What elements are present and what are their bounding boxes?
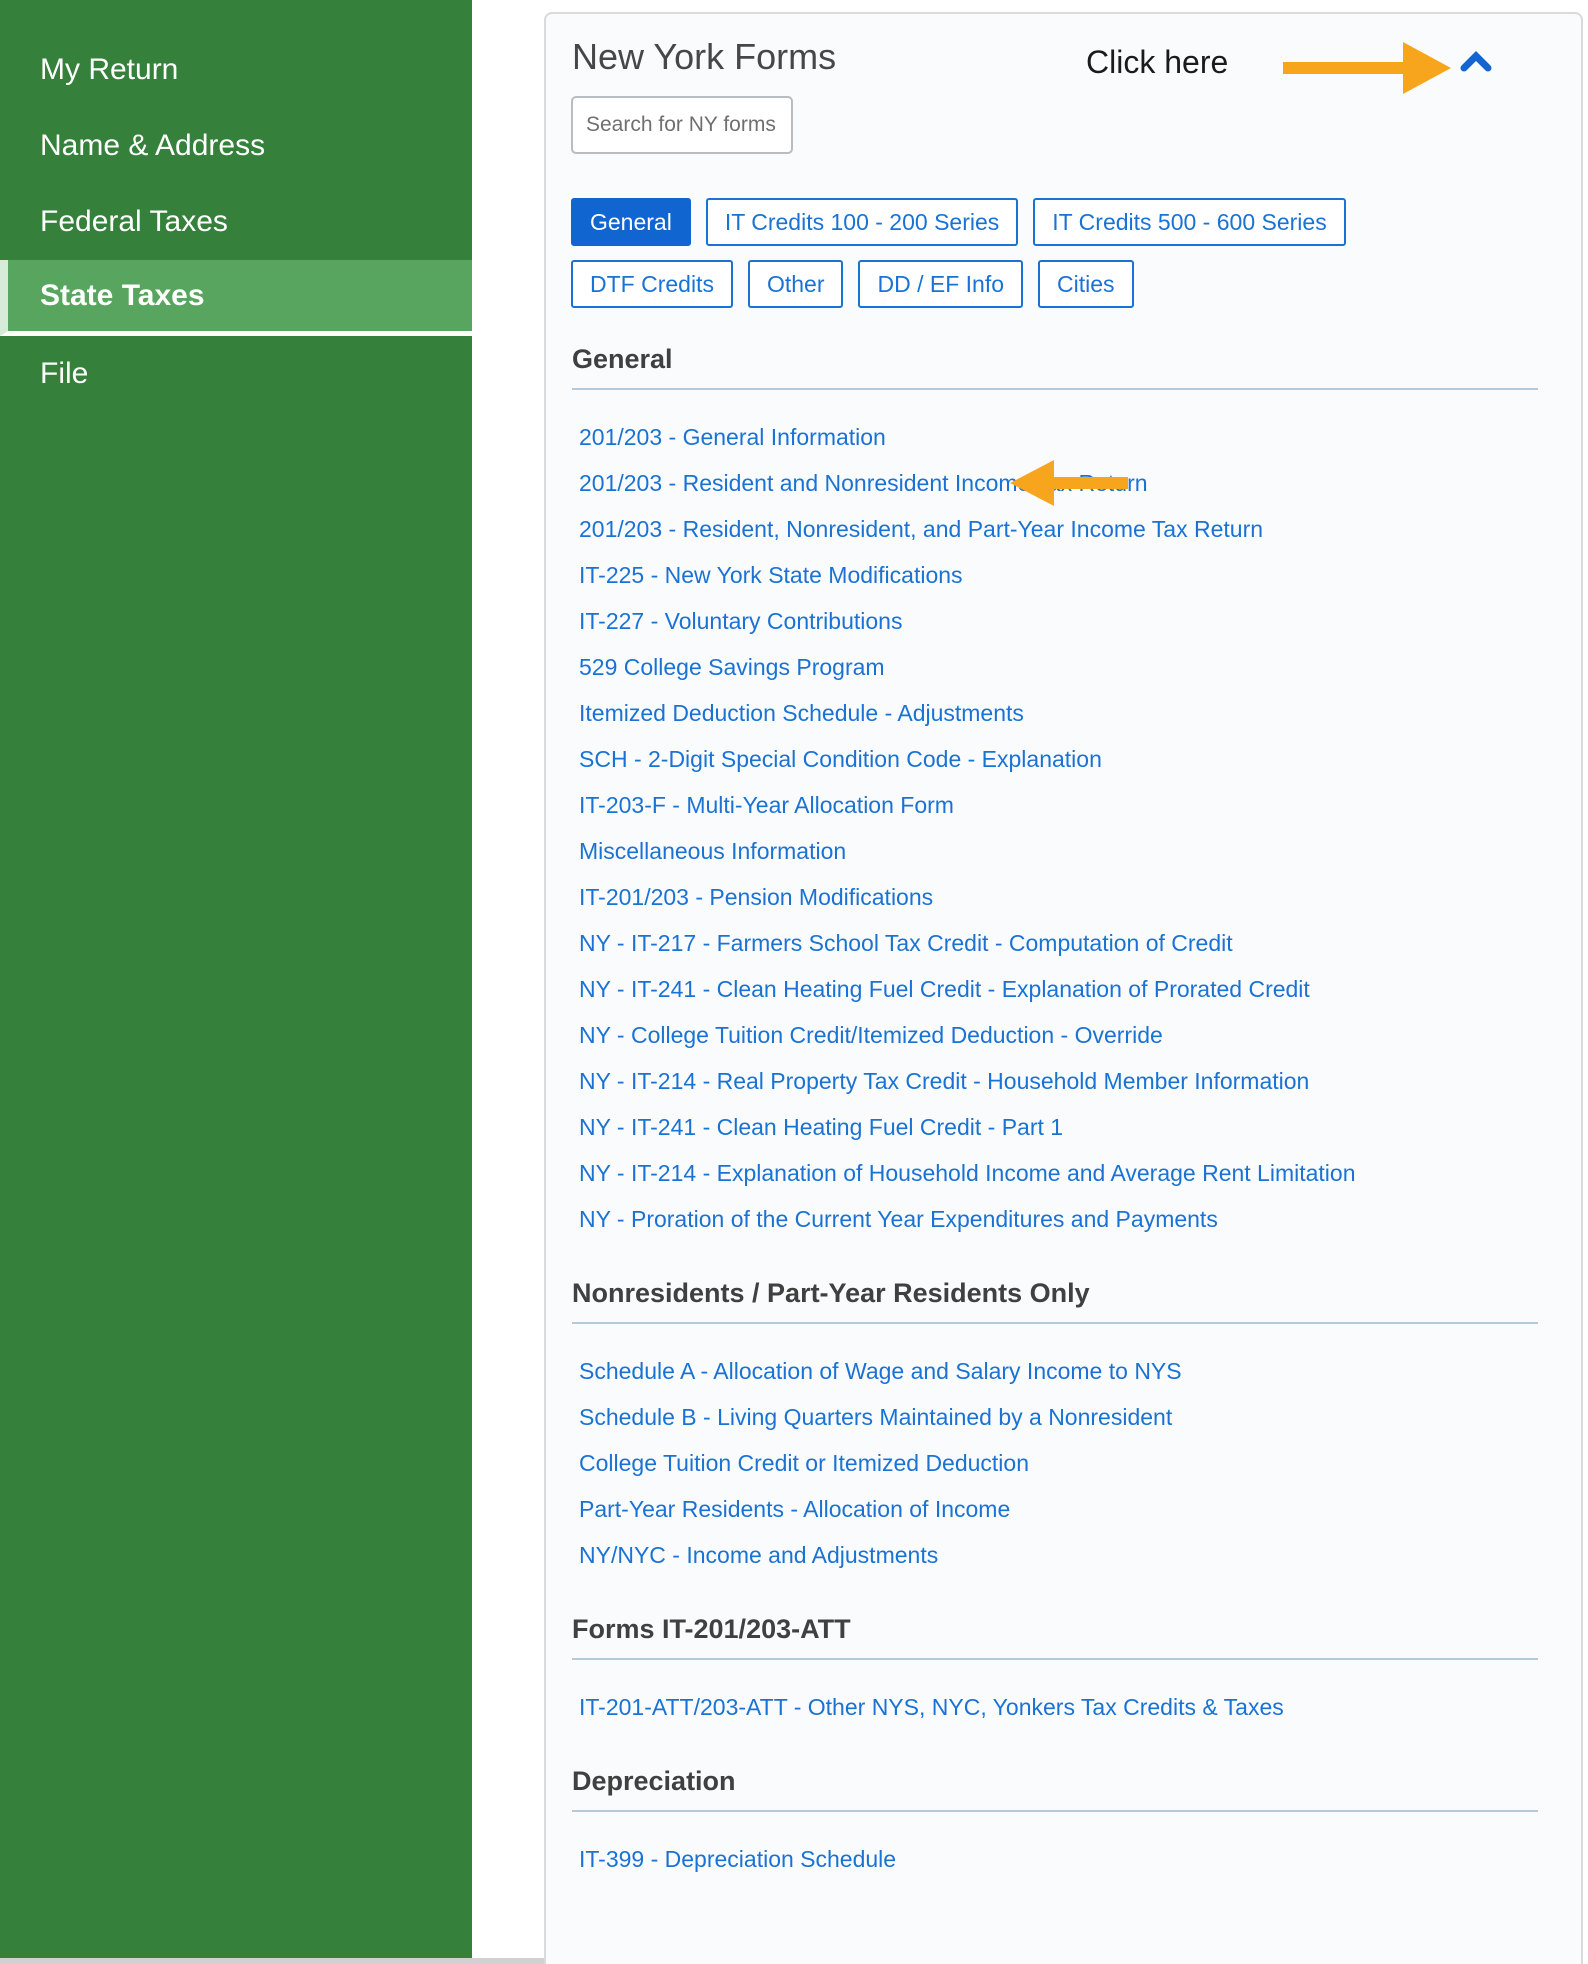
form-link[interactable]: NY - IT-214 - Explanation of Household I…: [579, 1150, 1538, 1196]
form-link[interactable]: NY - IT-241 - Clean Heating Fuel Credit …: [579, 1104, 1538, 1150]
page-title: New York Forms: [572, 36, 836, 78]
form-link[interactable]: College Tuition Credit or Itemized Deduc…: [579, 1440, 1538, 1486]
form-link[interactable]: NY - IT-214 - Real Property Tax Credit -…: [579, 1058, 1538, 1104]
filter-tab-it-credits-500-600[interactable]: IT Credits 500 - 600 Series: [1033, 198, 1345, 246]
form-link[interactable]: Itemized Deduction Schedule - Adjustment…: [579, 690, 1538, 736]
form-link[interactable]: NY - IT-241 - Clean Heating Fuel Credit …: [579, 966, 1538, 1012]
section-depreciation: Depreciation IT-399 - Depreciation Sched…: [572, 1766, 1538, 1882]
sidebar-item-label: Federal Taxes: [40, 205, 228, 239]
ny-forms-panel: New York Forms Click here General IT Cre…: [544, 12, 1583, 1964]
section-heading: Forms IT-201/203-ATT: [572, 1614, 1538, 1660]
filter-tab-dtf-credits[interactable]: DTF Credits: [571, 260, 733, 308]
form-link[interactable]: NY - Proration of the Current Year Expen…: [579, 1196, 1538, 1242]
section-nonresidents: Nonresidents / Part-Year Residents Only …: [572, 1278, 1538, 1578]
form-link-list: IT-399 - Depreciation Schedule: [572, 1812, 1538, 1882]
form-sections: General 201/203 - General Information 20…: [572, 344, 1538, 1882]
form-link-list: IT-201-ATT/203-ATT - Other NYS, NYC, Yon…: [572, 1660, 1538, 1730]
filter-tab-general[interactable]: General: [571, 198, 691, 246]
click-here-annotation: Click here: [1086, 44, 1228, 81]
filter-tab-dd-ef-info[interactable]: DD / EF Info: [858, 260, 1023, 308]
chevron-up-icon: [1458, 50, 1502, 74]
page: My Return Name & Address Federal Taxes S…: [0, 0, 1588, 1964]
form-link[interactable]: NY/NYC - Income and Adjustments: [579, 1532, 1538, 1578]
section-heading: Nonresidents / Part-Year Residents Only: [572, 1278, 1538, 1324]
section-forms-att: Forms IT-201/203-ATT IT-201-ATT/203-ATT …: [572, 1614, 1538, 1730]
arrow-left-icon: [1010, 460, 1128, 506]
form-link[interactable]: IT-227 - Voluntary Contributions: [579, 598, 1538, 644]
form-link[interactable]: Part-Year Residents - Allocation of Inco…: [579, 1486, 1538, 1532]
form-link-list: Schedule A - Allocation of Wage and Sala…: [572, 1324, 1538, 1578]
panel-header: New York Forms Click here: [546, 14, 1581, 96]
sidebar-item-label: State Taxes: [40, 279, 205, 313]
form-link[interactable]: 201/203 - General Information: [579, 414, 1538, 460]
form-link[interactable]: Schedule B - Living Quarters Maintained …: [579, 1394, 1538, 1440]
sidebar-item-state-taxes[interactable]: State Taxes: [0, 260, 472, 336]
sidebar-item-label: Name & Address: [40, 129, 265, 163]
form-link[interactable]: NY - IT-217 - Farmers School Tax Credit …: [579, 920, 1538, 966]
sidebar-item-my-return[interactable]: My Return: [0, 32, 472, 108]
arrow-right-icon: [1283, 42, 1451, 94]
form-link[interactable]: Schedule A - Allocation of Wage and Sala…: [579, 1348, 1538, 1394]
sidebar-item-file[interactable]: File: [0, 336, 472, 412]
form-link[interactable]: IT-203-F - Multi-Year Allocation Form: [579, 782, 1538, 828]
bottom-divider: [0, 1958, 544, 1964]
section-heading: General: [572, 344, 1538, 390]
form-link[interactable]: IT-225 - New York State Modifications: [579, 552, 1538, 598]
form-link[interactable]: SCH - 2-Digit Special Condition Code - E…: [579, 736, 1538, 782]
collapse-panel-button[interactable]: [1458, 46, 1502, 78]
filter-tab-cities[interactable]: Cities: [1038, 260, 1134, 308]
form-link[interactable]: 529 College Savings Program: [579, 644, 1538, 690]
search-input[interactable]: [571, 96, 793, 154]
sidebar-item-federal-taxes[interactable]: Federal Taxes: [0, 184, 472, 260]
form-link[interactable]: Miscellaneous Information: [579, 828, 1538, 874]
section-heading: Depreciation: [572, 1766, 1538, 1812]
form-link-list: 201/203 - General Information 201/203 - …: [572, 390, 1538, 1242]
filter-tab-it-credits-100-200[interactable]: IT Credits 100 - 200 Series: [706, 198, 1018, 246]
form-link[interactable]: IT-201-ATT/203-ATT - Other NYS, NYC, Yon…: [579, 1684, 1538, 1730]
sidebar-item-label: File: [40, 357, 88, 391]
form-link[interactable]: NY - College Tuition Credit/Itemized Ded…: [579, 1012, 1538, 1058]
sidebar: My Return Name & Address Federal Taxes S…: [0, 0, 472, 1958]
form-link[interactable]: 201/203 - Resident, Nonresident, and Par…: [579, 506, 1538, 552]
sidebar-item-name-address[interactable]: Name & Address: [0, 108, 472, 184]
section-general: General 201/203 - General Information 20…: [572, 344, 1538, 1242]
form-link[interactable]: IT-201/203 - Pension Modifications: [579, 874, 1538, 920]
sidebar-item-label: My Return: [40, 53, 178, 87]
filter-buttons: General IT Credits 100 - 200 Series IT C…: [571, 198, 1486, 308]
filter-tab-other[interactable]: Other: [748, 260, 844, 308]
form-link[interactable]: IT-399 - Depreciation Schedule: [579, 1836, 1538, 1882]
